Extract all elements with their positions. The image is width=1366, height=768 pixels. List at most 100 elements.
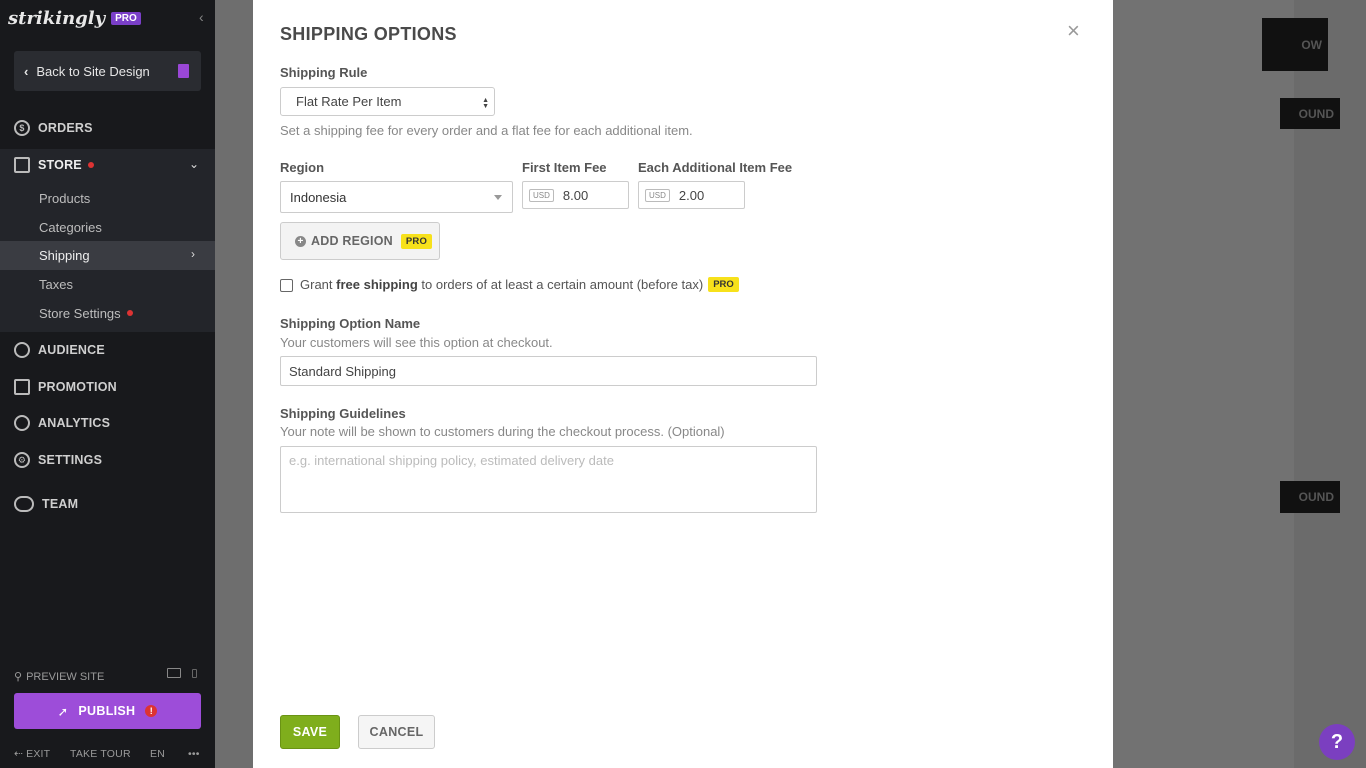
chevron-left-icon: ‹ — [24, 63, 29, 79]
rocket-icon: ➚ — [57, 704, 69, 719]
store-item-store-settings[interactable]: Store Settings — [39, 302, 133, 324]
shipping-rule-select[interactable]: Flat Rate Per Item ▲ ▼ — [280, 87, 495, 116]
first-item-fee-input[interactable]: USD 8.00 — [522, 181, 629, 209]
store-alert-dot — [87, 162, 94, 168]
nav-settings[interactable]: ⚙ SETTINGS — [14, 448, 102, 472]
publish-button[interactable]: ➚ PUBLISH ! — [14, 693, 201, 729]
option-name-input[interactable]: Standard Shipping — [280, 356, 817, 386]
store-settings-label: Store Settings — [39, 305, 121, 321]
take-tour-link[interactable]: TAKE TOUR — [70, 748, 131, 760]
option-name-label: Shipping Option Name — [280, 316, 421, 331]
free-shipping-post: to orders of at least a certain amount (… — [421, 277, 704, 292]
nav-promotion-label: PROMOTION — [38, 380, 117, 394]
background-button-3: OUND — [1280, 481, 1340, 513]
megaphone-icon — [14, 379, 30, 395]
publish-label: PUBLISH — [78, 704, 136, 718]
store-item-categories[interactable]: Categories — [39, 216, 102, 238]
preview-site-link[interactable]: ⚲ PREVIEW SITE — [14, 670, 105, 684]
exit-link[interactable]: ⇠ EXIT — [14, 748, 50, 760]
chevron-right-icon: › — [191, 247, 195, 261]
nav-orders-label: ORDERS — [38, 121, 93, 135]
shipping-rule-hint: Set a shipping fee for every order and a… — [280, 123, 693, 138]
save-button[interactable]: SAVE — [280, 715, 340, 749]
region-select[interactable]: Indonesia — [280, 181, 513, 213]
store-settings-alert-dot — [126, 310, 133, 316]
page-icon — [178, 64, 189, 78]
store-item-shipping[interactable]: Shipping — [39, 244, 90, 266]
region-label: Region — [280, 160, 325, 175]
nav-analytics-label: ANALYTICS — [38, 416, 111, 430]
active-item-highlight — [0, 241, 215, 270]
nav-audience-label: AUDIENCE — [38, 343, 105, 357]
back-to-site-design-button[interactable]: ‹ Back to Site Design — [14, 51, 201, 91]
background-strip — [1113, 0, 1294, 768]
help-icon[interactable]: ? — [1319, 724, 1355, 760]
store-item-taxes[interactable]: Taxes — [39, 273, 73, 295]
nav-store-label: STORE — [38, 158, 82, 172]
sidebar: strikingly PRO ‹ ‹ Back to Site Design $… — [0, 0, 215, 768]
shipping-options-modal: SHIPPING OPTIONS × Shipping Rule Flat Ra… — [253, 0, 1113, 768]
additional-item-fee-input[interactable]: USD 2.00 — [638, 181, 745, 209]
nav-audience[interactable]: AUDIENCE — [14, 338, 105, 362]
additional-item-fee-label: Each Additional Item Fee — [638, 160, 793, 175]
nav-team-label: TEAM — [42, 497, 79, 511]
close-icon[interactable]: × — [1067, 20, 1080, 42]
guidelines-label: Shipping Guidelines — [280, 406, 406, 421]
gear-icon: ⚙ — [14, 452, 30, 468]
guidelines-textarea[interactable]: e.g. international shipping policy, esti… — [280, 446, 817, 513]
logo: strikingly — [8, 7, 106, 29]
mobile-icon[interactable] — [192, 669, 197, 678]
publish-alert-icon: ! — [145, 705, 158, 717]
guidelines-hint: Your note will be shown to customers dur… — [280, 424, 725, 439]
store-icon — [14, 157, 30, 173]
search-icon: ⚲ — [14, 671, 23, 683]
caret-down-icon — [494, 195, 502, 200]
free-shipping-bold: free shipping — [336, 277, 418, 292]
first-item-fee-value: 8.00 — [562, 187, 589, 203]
free-shipping-checkbox[interactable] — [280, 279, 293, 292]
audience-icon — [14, 342, 30, 358]
back-label: Back to Site Design — [36, 63, 150, 79]
add-region-label: ADD REGION — [311, 234, 393, 248]
preview-site-label: PREVIEW SITE — [26, 670, 105, 683]
nav-settings-label: SETTINGS — [38, 453, 103, 467]
store-item-products[interactable]: Products — [39, 187, 90, 209]
exit-label: EXIT — [26, 748, 51, 760]
guidelines-placeholder: e.g. international shipping policy, esti… — [289, 453, 614, 468]
additional-item-fee-value: 2.00 — [678, 187, 705, 203]
option-name-value: Standard Shipping — [289, 363, 396, 379]
nav-store[interactable]: STORE — [14, 153, 94, 177]
cancel-button[interactable]: CANCEL — [358, 715, 435, 749]
currency-tag: USD — [529, 188, 554, 202]
chevron-down-icon[interactable]: ⌄ — [189, 157, 199, 171]
currency-tag: USD — [645, 188, 670, 202]
nav-analytics[interactable]: ANALYTICS — [14, 411, 110, 435]
shipping-rule-label: Shipping Rule — [280, 65, 368, 80]
dollar-icon: $ — [14, 120, 30, 136]
nav-promotion[interactable]: PROMOTION — [14, 375, 117, 399]
free-shipping-pre: Grant — [300, 277, 333, 292]
nav-orders[interactable]: $ ORDERS — [14, 116, 93, 140]
team-icon — [14, 496, 34, 512]
desktop-icon[interactable] — [167, 668, 181, 678]
background-button-1: OW — [1262, 18, 1328, 71]
first-item-fee-label: First Item Fee — [522, 160, 607, 175]
more-icon[interactable]: ••• — [188, 748, 200, 760]
background-button-2: OUND — [1280, 98, 1340, 129]
option-name-hint: Your customers will see this option at c… — [280, 335, 553, 350]
collapse-sidebar-icon[interactable]: ‹ — [199, 10, 211, 24]
logo-row: strikingly PRO — [8, 6, 141, 30]
language-link[interactable]: EN — [150, 748, 165, 760]
analytics-icon — [14, 415, 30, 431]
modal-title: SHIPPING OPTIONS — [280, 24, 457, 44]
pro-badge: PRO — [400, 233, 433, 249]
pro-tag: PRO — [111, 11, 141, 25]
plus-circle-icon: + — [295, 235, 306, 247]
pro-badge: PRO — [708, 277, 739, 292]
nav-team[interactable]: TEAM — [14, 492, 78, 516]
region-value: Indonesia — [290, 189, 347, 205]
select-arrows-icon: ▲ ▼ — [482, 97, 489, 110]
free-shipping-text: Grant free shipping to orders of at leas… — [300, 277, 739, 292]
add-region-button[interactable]: + ADD REGION PRO — [280, 222, 440, 260]
exit-icon: ⇠ — [14, 748, 27, 760]
